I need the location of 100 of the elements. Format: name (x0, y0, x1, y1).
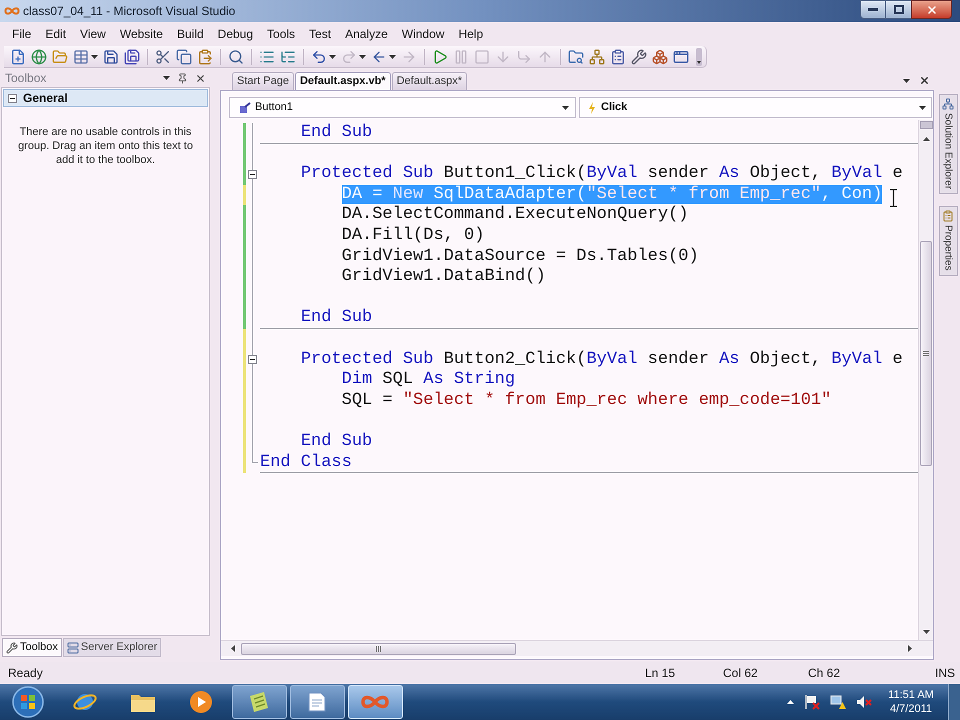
caret-down-icon[interactable] (903, 78, 910, 82)
server-icon (66, 642, 79, 654)
panel-tab[interactable]: Toolbox (2, 638, 62, 657)
list-icon[interactable] (259, 48, 275, 64)
caret-icon[interactable] (562, 106, 569, 110)
code-line: SQL = "Select * from Emp_rec where emp_code=101" (342, 390, 832, 410)
menu-item[interactable]: Website (120, 24, 163, 42)
collapse-icon[interactable] (8, 94, 17, 102)
scrollbar-thumb[interactable] (920, 241, 932, 466)
caret-icon[interactable] (389, 54, 396, 58)
caret-icon[interactable] (919, 106, 926, 110)
wrench-icon[interactable] (631, 48, 647, 64)
tree-list-icon[interactable] (280, 48, 296, 64)
menu-item[interactable]: Debug (218, 24, 254, 42)
folder-search-icon[interactable] (568, 48, 584, 64)
scissors-icon[interactable] (155, 48, 171, 64)
arrow-left-icon[interactable] (371, 48, 387, 64)
show-desktop-button[interactable] (948, 684, 960, 720)
maximize-button[interactable] (886, 0, 911, 19)
text-cursor-icon (890, 189, 897, 207)
menu-item[interactable]: Help (458, 24, 484, 42)
menu-item[interactable]: View (80, 24, 106, 42)
code-line: Protected Sub Button2_Click(ByVal sender As Object, ByVal e (300, 350, 903, 369)
infinity-icon (361, 694, 389, 710)
close-icon (926, 4, 938, 16)
taskbar-button[interactable] (348, 685, 402, 719)
insert-mode: INS (935, 666, 956, 680)
play-icon[interactable] (189, 690, 213, 714)
horizontal-scrollbar[interactable] (221, 640, 933, 656)
save-icon[interactable] (103, 48, 119, 64)
document-tab[interactable]: Default.aspx* (392, 72, 468, 90)
clipboard-list-icon[interactable] (610, 48, 626, 64)
object-icon (239, 102, 251, 114)
caret-icon[interactable] (329, 54, 336, 58)
close-icon[interactable] (195, 72, 206, 84)
clock-time[interactable]: 11:51 AM (888, 688, 934, 702)
method-dropdown[interactable]: Click (579, 97, 932, 118)
class-dropdown[interactable]: Button1 (229, 97, 576, 118)
boxes-icon[interactable] (652, 48, 668, 64)
side-tab[interactable]: Properties (938, 206, 958, 276)
minimize-button[interactable] (860, 0, 886, 19)
caret-icon[interactable] (91, 54, 98, 58)
speaker-icon[interactable] (856, 694, 872, 710)
menu-item[interactable]: Edit (45, 24, 66, 42)
close-icon[interactable] (919, 75, 930, 86)
code-line: End Sub (300, 123, 372, 142)
window-title: class07_04_11 - Microsoft Visual Studio (23, 3, 236, 20)
globe-icon[interactable] (31, 48, 47, 64)
menu-item[interactable]: Tools (267, 24, 296, 42)
caret-up-icon[interactable] (922, 137, 930, 141)
start-orb-icon[interactable] (12, 686, 44, 718)
search-icon[interactable] (228, 48, 244, 64)
line-number: Ln 15 (645, 666, 676, 680)
table-icon[interactable] (73, 48, 89, 64)
close-button[interactable] (911, 0, 952, 19)
caret-right-icon[interactable] (908, 645, 912, 652)
status-message: Ready (8, 665, 44, 682)
scrollbar-thumb[interactable] (241, 642, 516, 654)
column-number: Col 62 (723, 666, 758, 680)
network-icon[interactable] (589, 48, 605, 64)
splitter-handle[interactable] (920, 121, 932, 129)
new-file-icon[interactable] (10, 48, 26, 64)
lightning-icon (588, 102, 596, 114)
flag-icon[interactable] (804, 694, 820, 710)
vertical-scrollbar[interactable] (918, 120, 933, 640)
caret-down-icon[interactable] (163, 76, 170, 80)
window-icon[interactable] (673, 48, 689, 64)
code-line: Dim SQL As String (342, 370, 516, 390)
save-all-icon[interactable] (124, 48, 140, 64)
panel-tab[interactable]: Server Explorer (62, 638, 162, 657)
menu-item[interactable]: File (12, 24, 32, 42)
menu-item[interactable]: Analyze (345, 24, 388, 42)
caret-up-icon[interactable] (787, 700, 794, 704)
overflow-icon[interactable] (696, 48, 702, 66)
undo-icon[interactable] (311, 48, 327, 64)
clipboard-icon[interactable] (197, 48, 213, 64)
caret-icon[interactable] (359, 54, 366, 58)
grip-icon (376, 646, 381, 652)
caret-left-icon[interactable] (231, 645, 235, 652)
clock-date[interactable]: 4/7/2011 (890, 702, 932, 716)
collapse-icon[interactable] (248, 170, 257, 179)
menu-item[interactable]: Window (402, 24, 444, 42)
network-icon (942, 98, 954, 110)
collapse-icon[interactable] (248, 355, 257, 364)
menu-item[interactable]: Build (176, 24, 204, 42)
menu-item[interactable]: Test (309, 24, 332, 42)
code-line: DA.SelectCommand.ExecuteNonQuery() (342, 205, 688, 224)
wrench-icon (6, 642, 18, 654)
group-header[interactable]: General (3, 89, 208, 107)
copy-icon[interactable] (176, 48, 192, 64)
network-status-icon[interactable] (830, 694, 846, 710)
document-tab[interactable]: Start Page (232, 72, 294, 90)
caret-down-icon[interactable] (922, 630, 930, 634)
group-label: General (23, 90, 68, 107)
code-line: GridView1.DataBind() (342, 267, 546, 286)
pin-icon[interactable] (177, 72, 188, 84)
taskbar-button[interactable] (232, 685, 286, 719)
side-tab[interactable]: Solution Explorer (938, 94, 958, 194)
taskbar-button[interactable] (290, 685, 344, 719)
document-tab[interactable]: Default.aspx.vb* (294, 72, 391, 90)
